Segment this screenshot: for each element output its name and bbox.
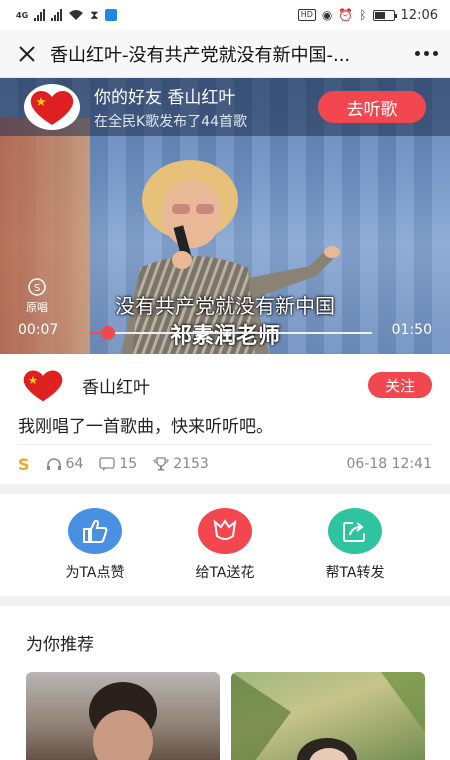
status-bar: 4G ⧗ HD ◉ ⏰ ᛒ 12:06	[0, 0, 450, 30]
post-message: 我刚唱了一首歌曲，快来听听吧。	[18, 417, 273, 437]
wifi-icon	[69, 10, 84, 20]
recommend-thumbnail[interactable]	[26, 672, 220, 760]
signal-icon	[34, 9, 46, 21]
author-card: 香山红叶 关注 我刚唱了一首歌曲，快来听听吧。 S 64 15 2153 06-…	[0, 354, 450, 484]
title-bar: 香山红叶-没有共产党就没有新中国-...	[0, 30, 450, 78]
flower-button[interactable]: 给TA送花	[170, 508, 280, 582]
video-player[interactable]: 你的好友 香山红叶 在全民K歌发布了44首歌 去听歌 S 原唱 没有共产党就没有…	[0, 78, 450, 354]
status-left: 4G ⧗	[16, 8, 117, 23]
time-total: 01:50	[391, 322, 432, 338]
author-row: 香山红叶 关注	[18, 364, 432, 406]
gifts-stat[interactable]: 2153	[153, 456, 209, 472]
recommend-image-2	[231, 672, 425, 760]
close-button[interactable]	[14, 41, 40, 67]
thumbs-up-icon	[83, 519, 108, 543]
battery-icon	[372, 9, 397, 21]
progress-bar[interactable]	[90, 326, 372, 340]
more-dots-icon	[415, 51, 420, 56]
recommend-image-1	[89, 682, 157, 760]
share-button[interactable]: 帮TA转发	[300, 508, 410, 582]
action-bar: 为TA点赞 给TA送花 帮TA转发	[0, 494, 450, 596]
gifts-count: 2153	[173, 456, 209, 472]
post-date: 06-18 12:41	[346, 456, 432, 472]
trophy-icon	[153, 457, 169, 471]
recommend-section: 为你推荐	[0, 606, 450, 760]
comments-count: 15	[119, 456, 138, 472]
author-name[interactable]: 香山红叶	[82, 373, 368, 398]
close-icon	[19, 45, 35, 62]
signal-icon-2	[51, 9, 63, 21]
heart-flag-avatar-icon	[23, 370, 63, 402]
recommend-thumbnail[interactable]	[231, 672, 425, 760]
clock: 12:06	[400, 7, 438, 23]
follow-button[interactable]: 关注	[368, 372, 432, 398]
friend-name: 你的好友 香山红叶	[94, 88, 236, 108]
share-label: 帮TA转发	[325, 565, 385, 581]
time-current: 00:07	[18, 322, 59, 338]
score-badge: S	[18, 454, 30, 474]
divider	[18, 444, 432, 445]
headphones-icon	[46, 458, 61, 470]
listens-count: 64	[65, 456, 84, 472]
alarm-icon: ⏰	[338, 8, 354, 22]
comments-stat[interactable]: 15	[99, 456, 137, 472]
stats-row: S 64 15 2153 06-18 12:41	[18, 450, 432, 478]
progress-knob[interactable]	[101, 326, 116, 340]
share-circle[interactable]	[328, 508, 382, 554]
friend-banner: 你的好友 香山红叶 在全民K歌发布了44首歌 去听歌	[0, 78, 450, 136]
friend-subtitle: 在全民K歌发布了44首歌	[94, 114, 247, 130]
heart-flag-avatar-icon	[30, 91, 74, 125]
like-button[interactable]: 为TA点赞	[40, 508, 150, 582]
listen-button[interactable]: 去听歌	[318, 91, 426, 123]
lyric-line-2: 祁素润老师	[169, 324, 280, 349]
app-notification-icon	[104, 9, 117, 21]
friend-avatar[interactable]	[24, 84, 80, 130]
hd-icon: HD	[297, 9, 316, 21]
hourglass-icon: ⧗	[90, 7, 99, 22]
more-button[interactable]	[404, 41, 438, 67]
share-icon	[343, 522, 365, 542]
bluetooth-icon: ᛒ	[359, 8, 367, 22]
recommend-title: 为你推荐	[26, 635, 94, 655]
network-type: 4G	[16, 10, 29, 20]
eye-icon: ◉	[321, 8, 333, 22]
flower-circle[interactable]	[198, 508, 252, 554]
lyric-line-1: 没有共产党就没有新中国	[115, 294, 335, 318]
like-label: 为TA点赞	[65, 565, 125, 581]
page-title: 香山红叶-没有共产党就没有新中国-...	[50, 44, 351, 66]
comment-icon	[99, 457, 116, 471]
listens-stat: 64	[46, 456, 84, 472]
status-right: HD ◉ ⏰ ᛒ 12:06	[297, 7, 438, 23]
author-avatar[interactable]	[18, 365, 68, 405]
friend-info: 你的好友 香山红叶 在全民K歌发布了44首歌	[94, 83, 318, 131]
flower-label: 给TA送花	[195, 565, 255, 581]
tulip-icon	[213, 519, 237, 540]
like-circle[interactable]	[68, 508, 122, 554]
